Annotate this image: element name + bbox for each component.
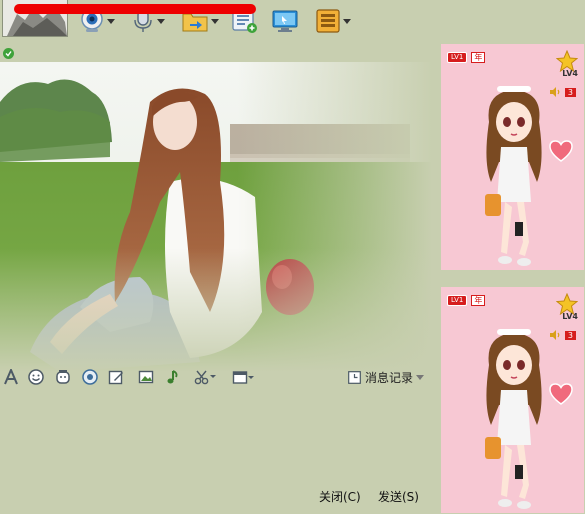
chevron-down-icon <box>107 18 115 24</box>
close-button[interactable]: 关闭(C) <box>319 488 361 505</box>
apps-icon <box>316 9 340 33</box>
message-history-label: 消息记录 <box>365 371 414 385</box>
volume-control[interactable]: 3 <box>549 329 576 341</box>
remote-desktop-button[interactable] <box>272 6 298 36</box>
remote-desktop-icon <box>272 10 298 32</box>
avatar-character <box>485 86 542 266</box>
volume-control[interactable]: 3 <box>549 86 576 98</box>
level-badge: LV1 年 <box>447 51 486 63</box>
level-label: LV1 <box>447 294 468 306</box>
window-shake-icon[interactable] <box>230 368 256 386</box>
level-badge: LV1 年 <box>447 294 486 306</box>
chat-background-photo <box>0 62 432 372</box>
qq-show-panel[interactable]: LV1 年 LV4 3 <box>441 287 584 513</box>
edit-icon[interactable] <box>107 368 125 386</box>
send-button[interactable]: 发送(S) <box>378 488 419 505</box>
chevron-down-icon <box>416 375 425 380</box>
message-history-button[interactable]: 消息记录 <box>348 369 425 386</box>
speaker-icon <box>549 87 560 97</box>
redacted-contact-name <box>14 4 256 14</box>
emoji-icon[interactable] <box>27 368 45 386</box>
chevron-down-icon <box>211 18 219 24</box>
avatar-character <box>485 329 542 509</box>
gif-icon[interactable] <box>81 368 99 386</box>
apps-button[interactable] <box>316 6 351 36</box>
volume-value: 3 <box>564 87 576 97</box>
heart-icon <box>549 383 573 405</box>
lv-label: LV4 <box>562 312 578 321</box>
chevron-down-icon <box>343 18 351 24</box>
image-icon[interactable] <box>137 368 155 386</box>
message-input[interactable] <box>0 390 432 482</box>
chevron-down-icon <box>157 18 165 24</box>
screenshot-icon[interactable] <box>192 368 218 386</box>
speaker-icon <box>549 330 560 340</box>
magic-face-icon[interactable] <box>54 368 72 386</box>
message-history-area[interactable] <box>0 62 432 372</box>
contact-status <box>3 46 14 60</box>
heart-icon <box>549 140 573 162</box>
music-icon[interactable] <box>163 368 181 386</box>
clock-icon <box>348 371 361 384</box>
year-label: 年 <box>471 294 486 306</box>
font-icon[interactable] <box>2 368 20 386</box>
level-label: LV1 <box>447 51 468 63</box>
qq-show-panel[interactable]: LV1 年 LV4 3 <box>441 44 584 270</box>
lv-label: LV4 <box>562 69 578 78</box>
volume-value: 3 <box>564 330 576 340</box>
online-status-icon <box>3 47 14 59</box>
year-label: 年 <box>471 51 486 63</box>
